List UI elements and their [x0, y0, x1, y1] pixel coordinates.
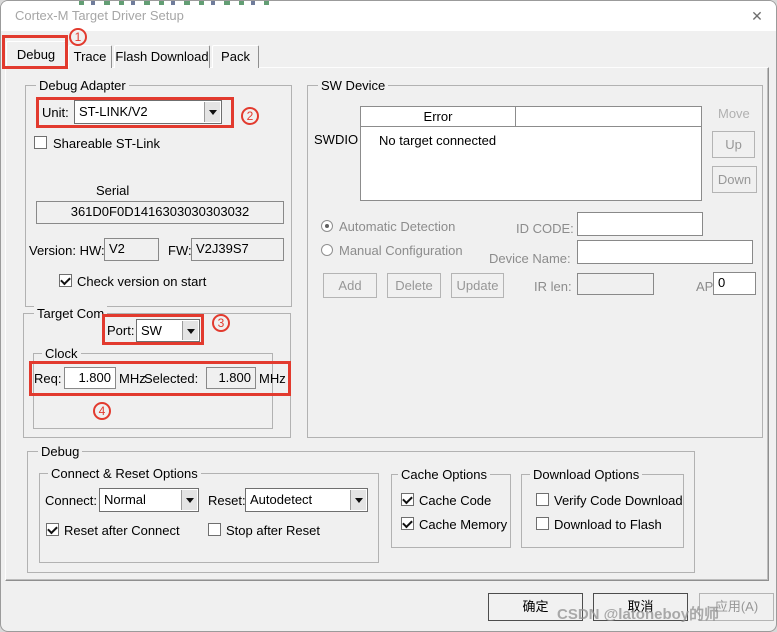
delete-button[interactable]: Delete — [387, 273, 441, 298]
tab-trace-label: Trace — [74, 49, 107, 64]
close-icon[interactable]: ✕ — [747, 6, 767, 26]
move-label: Move — [718, 106, 750, 121]
req-clock-field[interactable]: 1.800 — [64, 367, 116, 389]
device-name-field[interactable] — [577, 240, 753, 264]
unit-combobox[interactable]: ST-LINK/V2 — [74, 100, 222, 124]
chevron-down-icon[interactable] — [350, 490, 366, 510]
debug-adapter-legend: Debug Adapter — [36, 78, 129, 93]
move-down-button[interactable]: Down — [712, 166, 757, 193]
error-column-header: Error — [361, 107, 516, 126]
sw-device-table: Error No target connected — [360, 106, 702, 201]
top-watermark-fragment — [79, 1, 269, 5]
add-button[interactable]: Add — [323, 273, 377, 298]
download-options-legend: Download Options — [530, 467, 642, 482]
tab-pack[interactable]: Pack — [212, 45, 259, 68]
automatic-detection-label[interactable]: Automatic Detection — [339, 219, 455, 234]
connect-reset-legend: Connect & Reset Options — [48, 466, 201, 481]
id-code-label: ID CODE: — [516, 221, 574, 236]
selected-unit-label: MHz — [259, 371, 286, 386]
connect-label: Connect: — [45, 493, 97, 508]
connect-reset-group: Connect & Reset Options — [39, 473, 379, 563]
stop-after-reset-label[interactable]: Stop after Reset — [226, 523, 320, 538]
unit-label: Unit: — [42, 105, 69, 120]
device-name-label: Device Name: — [489, 251, 571, 266]
no-target-message: No target connected — [379, 133, 496, 148]
cache-memory-checkbox[interactable] — [401, 517, 414, 530]
title-bar: Cortex-M Target Driver Setup ✕ — [1, 1, 776, 31]
req-unit-label: MHz — [119, 371, 146, 386]
manual-configuration-radio[interactable] — [321, 244, 333, 256]
port-combobox[interactable]: SW — [136, 319, 200, 342]
connect-combobox-value: Normal — [104, 489, 180, 511]
stop-after-reset-checkbox[interactable] — [208, 523, 221, 536]
check-version-label[interactable]: Check version on start — [77, 274, 206, 289]
swdio-label: SWDIO — [314, 132, 358, 147]
verify-code-download-checkbox[interactable] — [536, 493, 549, 506]
dialog-title: Cortex-M Target Driver Setup — [15, 8, 184, 23]
cortex-m-driver-setup-dialog: Cortex-M Target Driver Setup ✕ Debug Tra… — [0, 0, 777, 632]
tab-debug[interactable]: Debug — [6, 41, 66, 68]
port-combobox-value: SW — [141, 320, 181, 341]
selected-label: Selected: — [144, 371, 198, 386]
unit-combobox-value: ST-LINK/V2 — [79, 101, 203, 123]
sw-device-table-header: Error — [361, 107, 701, 127]
serial-caption: Serial — [96, 183, 129, 198]
req-label: Req: — [34, 371, 61, 386]
debug-options-legend: Debug — [38, 444, 82, 459]
selected-clock-field[interactable]: 1.800 — [206, 367, 256, 389]
ir-len-field[interactable] — [577, 273, 654, 295]
serial-field[interactable]: 361D0F0D1416303030303032 — [36, 201, 284, 224]
clock-legend: Clock — [42, 346, 81, 361]
reset-label: Reset: — [208, 493, 246, 508]
sw-device-legend: SW Device — [318, 78, 388, 93]
clock-group: Clock — [33, 353, 273, 429]
port-label: Port: — [107, 323, 134, 338]
cache-memory-label[interactable]: Cache Memory — [419, 517, 507, 532]
apply-button[interactable]: 应用(A) — [699, 593, 774, 621]
fw-label: FW: — [168, 243, 192, 258]
automatic-detection-radio[interactable] — [321, 220, 333, 232]
manual-configuration-label[interactable]: Manual Configuration — [339, 243, 463, 258]
ap-field[interactable]: 0 — [713, 272, 756, 295]
sw-device-table-body[interactable]: No target connected — [361, 128, 701, 200]
version-hw-label: Version: HW: — [29, 243, 105, 258]
update-button[interactable]: Update — [451, 273, 504, 298]
cache-options-legend: Cache Options — [398, 467, 490, 482]
download-options-group: Download Options — [521, 474, 684, 548]
chevron-down-icon[interactable] — [204, 102, 220, 122]
fw-version-field[interactable]: V2J39S7 — [191, 238, 284, 261]
check-version-checkbox[interactable] — [59, 274, 72, 287]
reset-after-connect-checkbox[interactable] — [46, 523, 59, 536]
tab-pack-label: Pack — [221, 49, 250, 64]
move-up-button[interactable]: Up — [712, 131, 755, 158]
download-to-flash-checkbox[interactable] — [536, 517, 549, 530]
tab-flash-download[interactable]: Flash Download — [114, 45, 210, 68]
reset-combobox-value: Autodetect — [250, 489, 349, 511]
reset-combobox[interactable]: Autodetect — [245, 488, 368, 512]
id-code-field[interactable] — [577, 212, 703, 236]
cache-options-group: Cache Options — [391, 474, 511, 548]
reset-after-connect-label[interactable]: Reset after Connect — [64, 523, 180, 538]
chevron-down-icon[interactable] — [182, 321, 198, 340]
cache-code-checkbox[interactable] — [401, 493, 414, 506]
shareable-stlink-label[interactable]: Shareable ST-Link — [53, 136, 160, 151]
connect-combobox[interactable]: Normal — [99, 488, 199, 512]
cache-code-label[interactable]: Cache Code — [419, 493, 491, 508]
ir-len-label: IR len: — [534, 279, 572, 294]
tab-debug-label: Debug — [17, 47, 55, 62]
cancel-button[interactable]: 取消 — [593, 593, 688, 621]
verify-code-download-label[interactable]: Verify Code Download — [554, 493, 683, 508]
hw-version-field[interactable]: V2 — [104, 238, 159, 261]
target-com-legend: Target Com — [34, 306, 107, 321]
tab-flash-download-label: Flash Download — [115, 49, 208, 64]
download-to-flash-label[interactable]: Download to Flash — [554, 517, 662, 532]
ok-button[interactable]: 确定 — [488, 593, 583, 621]
tab-trace[interactable]: Trace — [68, 45, 112, 68]
chevron-down-icon[interactable] — [181, 490, 197, 510]
shareable-stlink-checkbox[interactable] — [34, 136, 47, 149]
